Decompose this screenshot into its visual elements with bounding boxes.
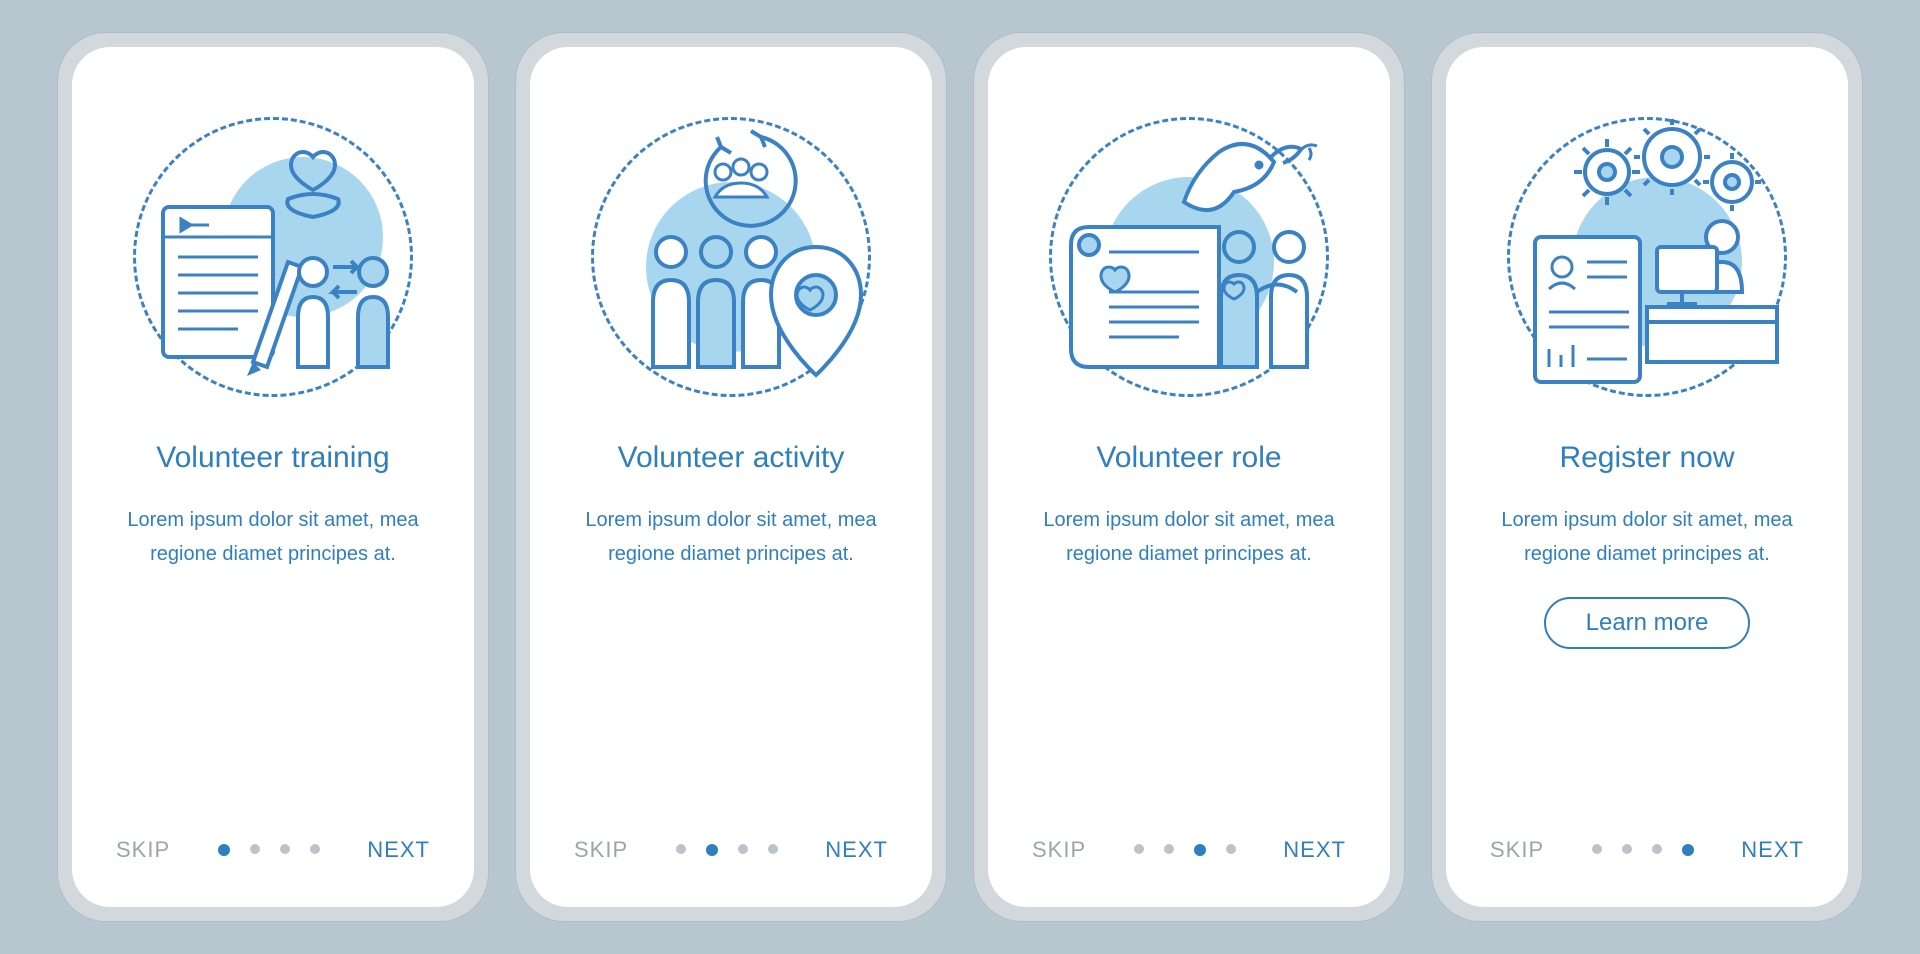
page-dot[interactable] <box>1134 844 1144 854</box>
onboarding-footer: SKIP NEXT <box>574 837 888 863</box>
page-dot[interactable] <box>676 844 686 854</box>
screen-title: Volunteer activity <box>618 441 845 475</box>
page-dot[interactable] <box>1194 844 1206 856</box>
page-dot[interactable] <box>706 844 718 856</box>
page-dot[interactable] <box>738 844 748 854</box>
page-indicator <box>676 844 778 856</box>
training-icon <box>133 117 413 397</box>
next-button[interactable]: NEXT <box>825 837 888 863</box>
screen-title: Volunteer training <box>156 441 390 475</box>
screen-title: Register now <box>1559 441 1734 475</box>
phone-frame: Volunteer activity Lorem ipsum dolor sit … <box>516 33 946 921</box>
skip-button[interactable]: SKIP <box>1032 837 1086 863</box>
onboarding-screen: Volunteer activity Lorem ipsum dolor sit … <box>530 47 932 907</box>
phone-frame: Volunteer role Lorem ipsum dolor sit amet… <box>974 33 1404 921</box>
page-dot[interactable] <box>768 844 778 854</box>
page-dot[interactable] <box>1226 844 1236 854</box>
phone-frame: Volunteer training Lorem ipsum dolor sit … <box>58 33 488 921</box>
onboarding-screen: Volunteer role Lorem ipsum dolor sit amet… <box>988 47 1390 907</box>
next-button[interactable]: NEXT <box>367 837 430 863</box>
activity-icon <box>591 117 871 397</box>
screen-body: Lorem ipsum dolor sit amet, mea regione … <box>1487 503 1807 571</box>
screen-title: Volunteer role <box>1096 441 1281 475</box>
onboarding-footer: SKIP NEXT <box>116 837 430 863</box>
skip-button[interactable]: SKIP <box>116 837 170 863</box>
skip-button[interactable]: SKIP <box>574 837 628 863</box>
onboarding-screen: Volunteer training Lorem ipsum dolor sit … <box>72 47 474 907</box>
skip-button[interactable]: SKIP <box>1490 837 1544 863</box>
page-dot[interactable] <box>280 844 290 854</box>
onboarding-footer: SKIP NEXT <box>1490 837 1804 863</box>
page-dot[interactable] <box>1622 844 1632 854</box>
next-button[interactable]: NEXT <box>1741 837 1804 863</box>
page-dot[interactable] <box>250 844 260 854</box>
page-dot[interactable] <box>1652 844 1662 854</box>
page-dot[interactable] <box>1164 844 1174 854</box>
screen-body: Lorem ipsum dolor sit amet, mea regione … <box>1029 503 1349 571</box>
phone-frame: Register now Lorem ipsum dolor sit amet, … <box>1432 33 1862 921</box>
page-indicator <box>218 844 320 856</box>
page-dot[interactable] <box>1682 844 1694 856</box>
page-indicator <box>1592 844 1694 856</box>
learn-more-button[interactable]: Learn more <box>1544 597 1751 649</box>
page-dot[interactable] <box>1592 844 1602 854</box>
onboarding-footer: SKIP NEXT <box>1032 837 1346 863</box>
screen-body: Lorem ipsum dolor sit amet, mea regione … <box>571 503 891 571</box>
role-icon <box>1049 117 1329 397</box>
page-dot[interactable] <box>218 844 230 856</box>
page-dot[interactable] <box>310 844 320 854</box>
next-button[interactable]: NEXT <box>1283 837 1346 863</box>
onboarding-screen: Register now Lorem ipsum dolor sit amet, … <box>1446 47 1848 907</box>
screen-body: Lorem ipsum dolor sit amet, mea regione … <box>113 503 433 571</box>
page-indicator <box>1134 844 1236 856</box>
register-icon <box>1507 117 1787 397</box>
